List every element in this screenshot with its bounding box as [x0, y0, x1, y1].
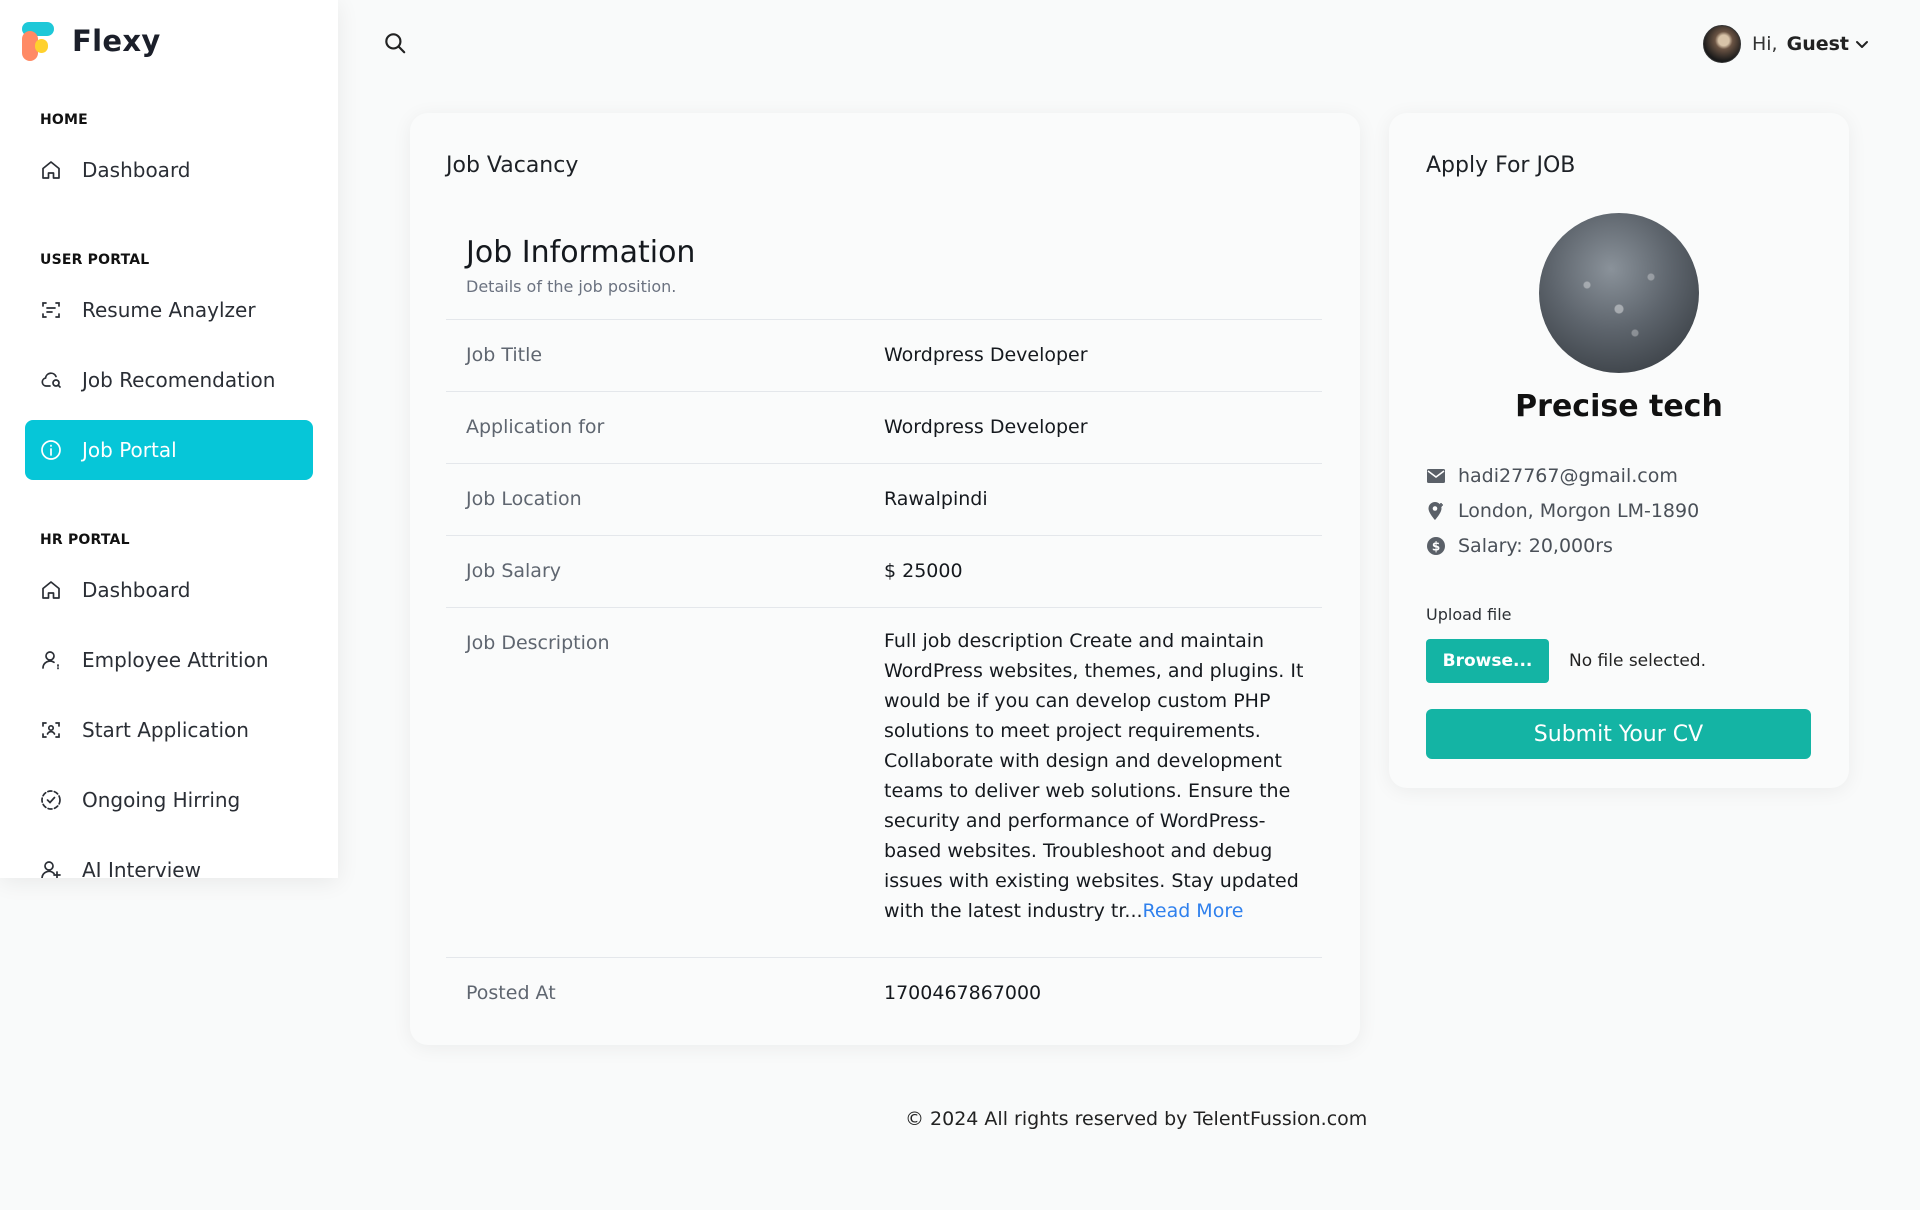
company-name: Precise tech: [1515, 389, 1723, 424]
sidebar-item-label: AI Interview: [82, 858, 201, 878]
section-title-home: HOME: [40, 112, 88, 128]
row-label: Posted At: [466, 982, 556, 1004]
sidebar-item-label: Ongoing Hirring: [82, 788, 241, 812]
chevron-down-icon[interactable]: [1854, 36, 1870, 52]
sidebar-item-job-portal[interactable]: Job Portal: [25, 420, 313, 480]
sidebar-item-resume-analyzer[interactable]: Resume Anaylzer: [25, 280, 313, 340]
row-value: $ 25000: [884, 560, 963, 582]
contact-email: hadi27767@gmail.com: [1426, 465, 1678, 487]
scan-face-icon: [39, 718, 63, 742]
sidebar-item-label: Job Recomendation: [82, 368, 276, 392]
apply-card-title: Apply For JOB: [1426, 153, 1576, 178]
section-title-user-portal: USER PORTAL: [40, 252, 150, 268]
avatar[interactable]: [1702, 25, 1741, 63]
row-value: Wordpress Developer: [884, 416, 1088, 438]
footer-copyright: © 2024 All rights reserved by TelentFuss…: [905, 1108, 1368, 1130]
row-value: Full job description Create and maintain…: [884, 626, 1304, 926]
user-icon: [39, 648, 63, 672]
row-value: 1700467867000: [884, 982, 1042, 1004]
flexy-logo-icon: [22, 22, 56, 61]
row-value: Rawalpindi: [884, 488, 988, 510]
job-description-text: Full job description Create and maintain…: [884, 630, 1304, 922]
brand-logo[interactable]: Flexy: [22, 22, 161, 61]
cloud-search-icon: [39, 368, 63, 392]
check-circle-dashed-icon: [39, 788, 63, 812]
dollar-circle-icon: $: [1427, 537, 1445, 555]
job-information-subtitle: Details of the job position.: [466, 277, 677, 296]
sidebar-item-start-application[interactable]: Start Application: [25, 700, 313, 760]
mail-icon: [1427, 469, 1445, 483]
upload-file-label: Upload file: [1426, 605, 1512, 624]
sidebar: Flexy HOME Dashboard USER PORTAL Resume …: [0, 0, 338, 878]
card-title: Job Vacancy: [446, 153, 579, 178]
submit-cv-button[interactable]: Submit Your CV: [1426, 709, 1811, 759]
info-circle-icon: [39, 438, 63, 462]
row-label: Application for: [466, 416, 605, 438]
table-row: Application for Wordpress Developer: [446, 391, 1322, 463]
table-row: Job Salary $ 25000: [446, 535, 1322, 607]
table-row: Job Location Rawalpindi: [446, 463, 1322, 535]
row-label: Job Salary: [466, 560, 562, 582]
no-file-status: No file selected.: [1569, 651, 1706, 671]
email-text: hadi27767@gmail.com: [1458, 465, 1678, 487]
greeting-text: Hi,: [1751, 33, 1778, 55]
table-row: Job Title Wordpress Developer: [446, 319, 1322, 391]
table-row: Posted At 1700467867000: [446, 957, 1322, 1029]
apply-job-card: Apply For JOB Precise tech hadi27767@gma…: [1389, 113, 1849, 788]
company-image: [1539, 213, 1699, 373]
sidebar-item-label: Resume Anaylzer: [82, 298, 256, 322]
table-row: Job Description Full job description Cre…: [446, 607, 1322, 957]
sidebar-item-label: Dashboard: [82, 158, 191, 182]
sidebar-item-hr-dashboard[interactable]: Dashboard: [25, 560, 313, 620]
brand-name: Flexy: [72, 24, 161, 58]
sidebar-item-label: Employee Attrition: [82, 648, 269, 672]
browse-button[interactable]: Browse...: [1426, 639, 1549, 683]
home-icon: [39, 158, 63, 182]
row-label: Job Title: [466, 344, 543, 366]
job-vacancy-card: Job Vacancy Job Information Details of t…: [410, 113, 1360, 1045]
sidebar-item-job-recommendation[interactable]: Job Recomendation: [25, 350, 313, 410]
scan-text-icon: [39, 298, 63, 322]
section-title-hr-portal: HR PORTAL: [40, 532, 130, 548]
sidebar-item-employee-attrition[interactable]: Employee Attrition: [25, 630, 313, 690]
user-menu[interactable]: Hi, Guest: [1702, 25, 1870, 63]
sidebar-item-dashboard[interactable]: Dashboard: [25, 140, 313, 200]
sidebar-item-label: Dashboard: [82, 578, 191, 602]
row-label: Job Description: [466, 632, 610, 654]
home-icon: [39, 578, 63, 602]
location-pin-icon: [1428, 502, 1443, 520]
row-value: Wordpress Developer: [884, 344, 1088, 366]
contact-location: London, Morgon LM-1890: [1426, 500, 1699, 522]
sidebar-item-label: Job Portal: [82, 438, 177, 462]
users-icon: [39, 858, 63, 878]
sidebar-item-ai-interview[interactable]: AI Interview: [25, 840, 313, 878]
contact-salary: $ Salary: 20,000rs: [1426, 535, 1613, 557]
user-name: Guest: [1786, 33, 1849, 55]
search-button[interactable]: [382, 30, 408, 56]
svg-text:$: $: [1432, 540, 1440, 554]
location-text: London, Morgon LM-1890: [1458, 500, 1700, 522]
salary-text: Salary: 20,000rs: [1458, 535, 1613, 557]
row-label: Job Location: [466, 488, 582, 510]
read-more-link[interactable]: Read More: [1143, 900, 1244, 922]
sidebar-item-ongoing-hiring[interactable]: Ongoing Hirring: [25, 770, 313, 830]
search-icon: [385, 33, 406, 54]
job-information-title: Job Information: [466, 235, 696, 270]
sidebar-item-label: Start Application: [82, 718, 249, 742]
